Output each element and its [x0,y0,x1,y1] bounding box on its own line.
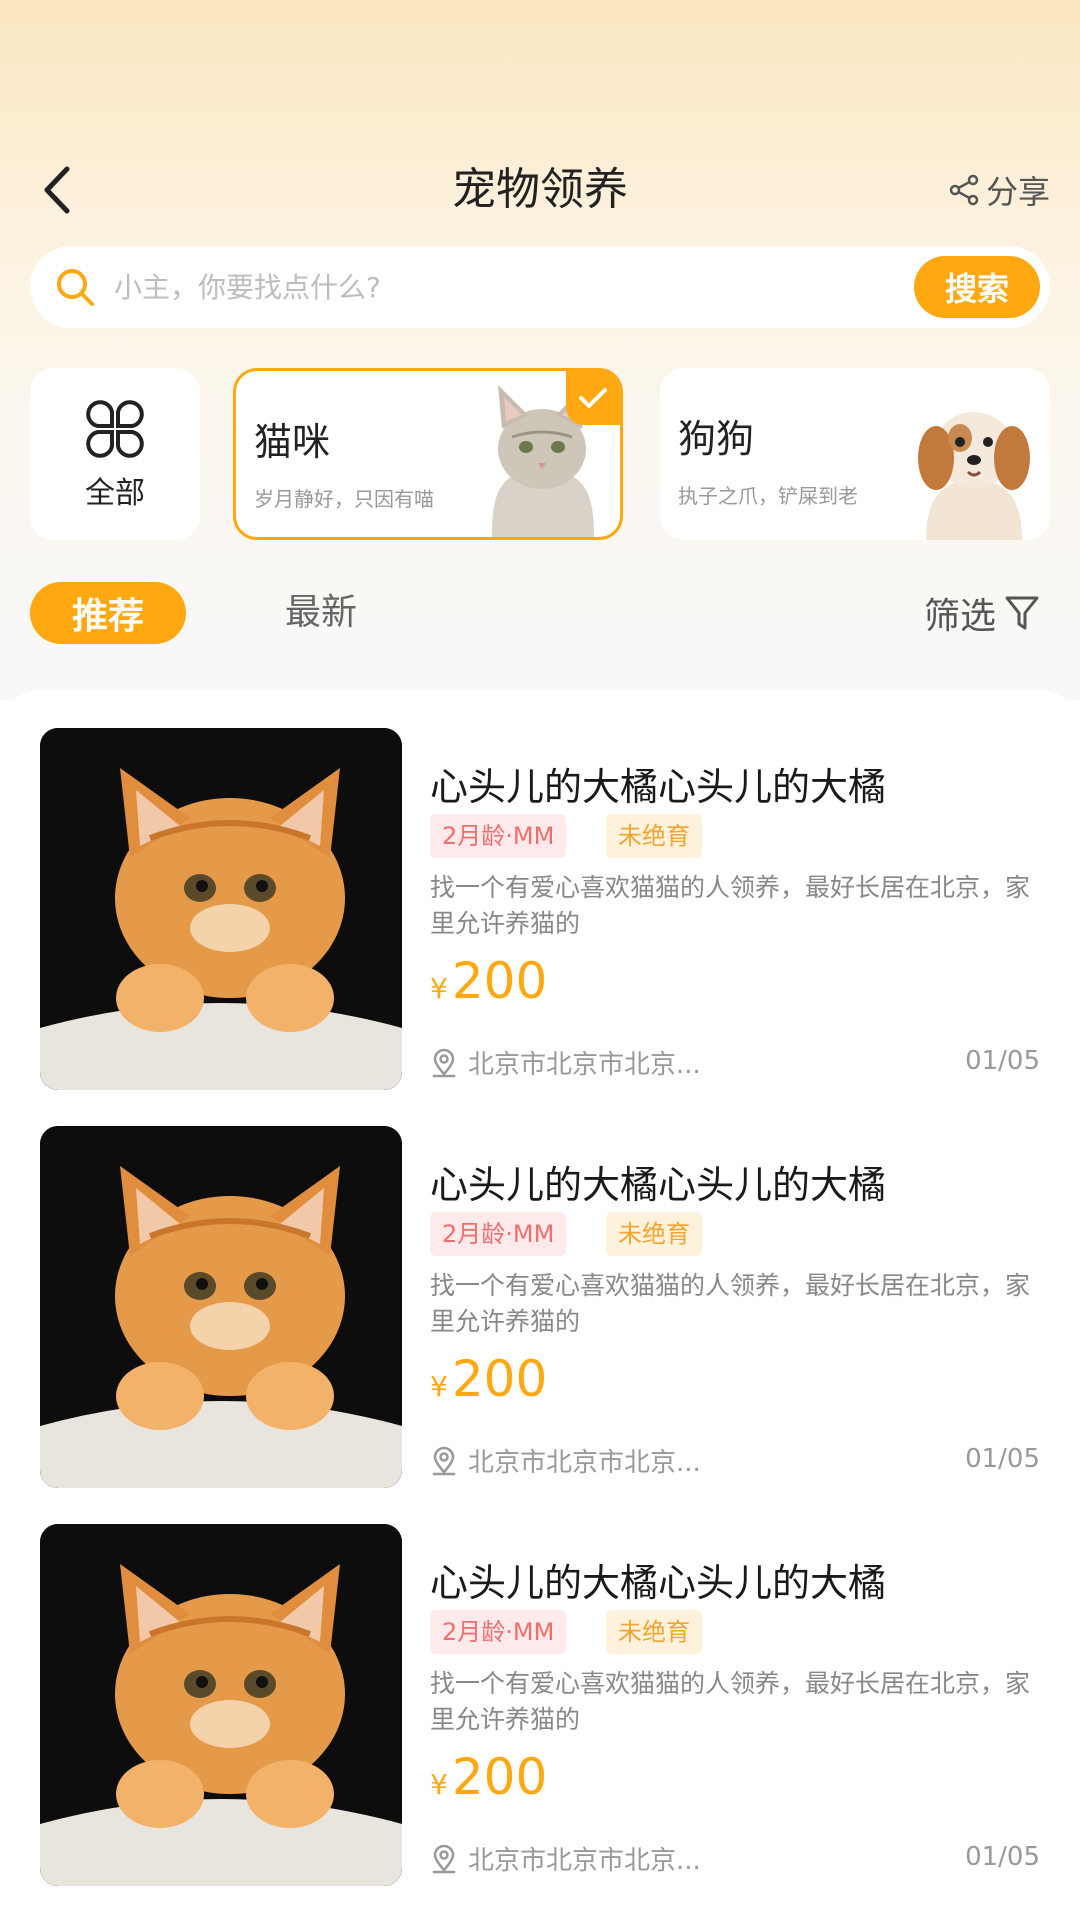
category-cat-desc: 岁月静好，只因有喵 [254,487,434,511]
location-pin-icon [432,1446,456,1475]
location-text: 北京市北京市北京... [468,1448,701,1478]
dog-photo [918,412,1030,540]
search-button[interactable]: 搜索 [914,256,1040,318]
pet-description: 找一个有爱心喜欢猫猫的人领养，最好长居在北京，家里允许养猫的 [430,1669,1031,1734]
tab-recommend[interactable]: 推荐 [30,582,186,644]
tab-bar: 推荐 最新 筛选 [30,582,1050,644]
filter-button[interactable]: 筛选 [924,582,1040,644]
status-tag: 未绝育 [606,814,702,858]
post-date: 01/05 [965,1046,1040,1076]
share-label: 分享 [985,173,1050,211]
status-tag: 未绝育 [606,1610,702,1654]
pet-title: 心头儿的大橘心头儿的大橘 [430,1163,887,1207]
category-cat-title: 猫咪 [254,420,331,464]
share-button[interactable]: 分享 [948,164,1050,216]
search-input[interactable] [114,257,914,317]
currency-symbol: ¥ [430,1768,448,1801]
cat-photo [40,1126,402,1488]
pet-thumbnail [40,1524,402,1886]
pet-thumbnail [40,1126,402,1488]
location-pin-icon [432,1844,456,1873]
pet-title: 心头儿的大橘心头儿的大橘 [430,1561,887,1605]
selected-check [566,371,620,425]
location: 北京市北京市北京... [430,1442,701,1479]
list-item[interactable]: 心头儿的大橘心头儿的大橘 2月龄·MM 未绝育 找一个有爱心喜欢猫猫的人领养，最… [40,1126,1040,1488]
search-icon [57,269,94,306]
price-value: 200 [451,1350,548,1408]
pet-list: 心头儿的大橘心头儿的大橘 2月龄·MM 未绝育 找一个有爱心喜欢猫猫的人领养，最… [0,690,1080,1920]
list-item[interactable]: 心头儿的大橘心头儿的大橘 2月龄·MM 未绝育 找一个有爱心喜欢猫猫的人领养，最… [40,728,1040,1090]
category-dog[interactable]: 狗狗 执子之爪，铲屎到老 [660,368,1050,540]
category-dog-desc: 执子之爪，铲屎到老 [678,484,858,508]
age-tag: 2月龄·MM [430,1610,567,1654]
grid-icon [86,400,144,458]
cat-photo [40,728,402,1090]
post-date: 01/05 [965,1444,1040,1474]
list-item[interactable]: 心头儿的大橘心头儿的大橘 2月龄·MM 未绝育 找一个有爱心喜欢猫猫的人领养，最… [40,1524,1040,1886]
price-value: 200 [451,1748,548,1806]
category-all-label: 全部 [85,476,145,511]
currency-symbol: ¥ [430,972,448,1005]
page-title: 宠物领养 [452,164,628,215]
price: ¥ 200 [430,1350,547,1408]
pet-thumbnail [40,728,402,1090]
price: ¥ 200 [430,1748,547,1806]
location: 北京市北京市北京... [430,1840,701,1877]
filter-label: 筛选 [923,596,996,637]
share-icon [949,174,979,206]
pet-title: 心头儿的大橘心头儿的大橘 [430,765,887,809]
location-pin-icon [432,1048,456,1077]
location-text: 北京市北京市北京... [468,1050,701,1080]
tab-latest[interactable]: 最新 [285,582,357,644]
age-tag: 2月龄·MM [430,1212,567,1256]
nav-bar: 宠物领养 分享 [0,140,1080,240]
search-bar: 搜索 [30,246,1050,328]
price: ¥ 200 [430,952,547,1010]
category-all[interactable]: 全部 [30,368,200,540]
filter-icon [1005,596,1039,630]
pet-description: 找一个有爱心喜欢猫猫的人领养，最好长居在北京，家里允许养猫的 [430,1271,1031,1336]
post-date: 01/05 [965,1842,1040,1872]
cat-photo [40,1524,402,1886]
pet-description: 找一个有爱心喜欢猫猫的人领养，最好长居在北京，家里允许养猫的 [430,873,1031,938]
status-tag: 未绝育 [606,1212,702,1256]
location-text: 北京市北京市北京... [468,1846,701,1876]
location: 北京市北京市北京... [430,1044,701,1081]
category-cat[interactable]: 猫咪 岁月静好，只因有喵 [233,368,623,540]
category-dog-title: 狗狗 [678,417,755,461]
price-value: 200 [451,952,548,1010]
check-icon [579,388,607,408]
currency-symbol: ¥ [430,1370,448,1403]
age-tag: 2月龄·MM [430,814,567,858]
